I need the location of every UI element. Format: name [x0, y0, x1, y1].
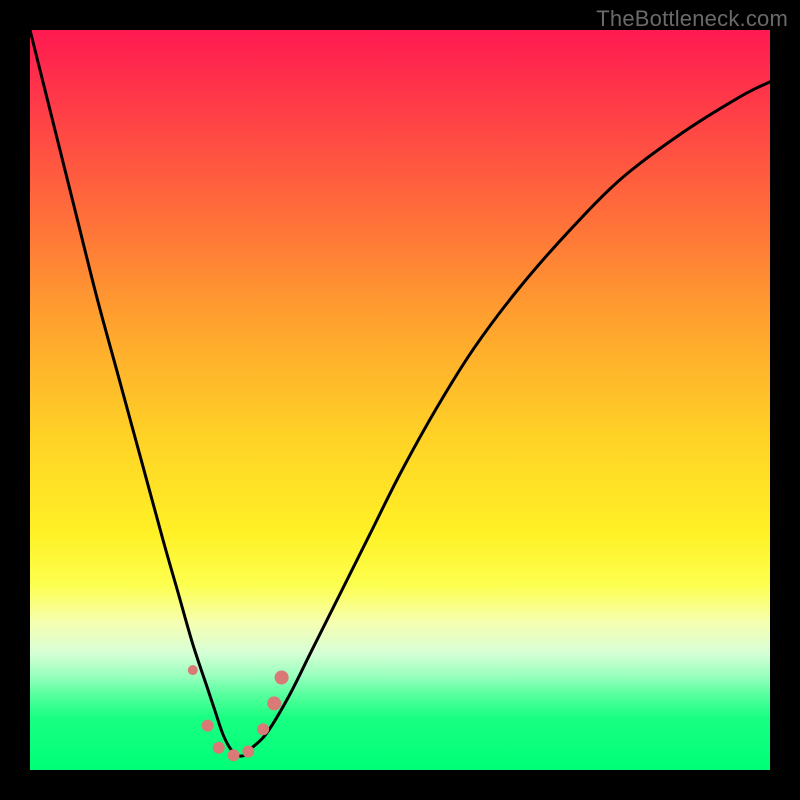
chart-frame: TheBottleneck.com	[0, 0, 800, 800]
curve-markers	[188, 665, 289, 761]
curve-marker	[213, 742, 225, 754]
curve-marker	[275, 671, 289, 685]
bottleneck-curve	[30, 30, 770, 756]
curve-marker	[228, 749, 240, 761]
curve-marker	[202, 720, 214, 732]
curve-svg	[30, 30, 770, 770]
curve-marker	[188, 665, 198, 675]
plot-area	[30, 30, 770, 770]
curve-marker	[267, 696, 281, 710]
curve-marker	[242, 746, 254, 758]
watermark-text: TheBottleneck.com	[596, 6, 788, 32]
curve-marker	[257, 723, 269, 735]
